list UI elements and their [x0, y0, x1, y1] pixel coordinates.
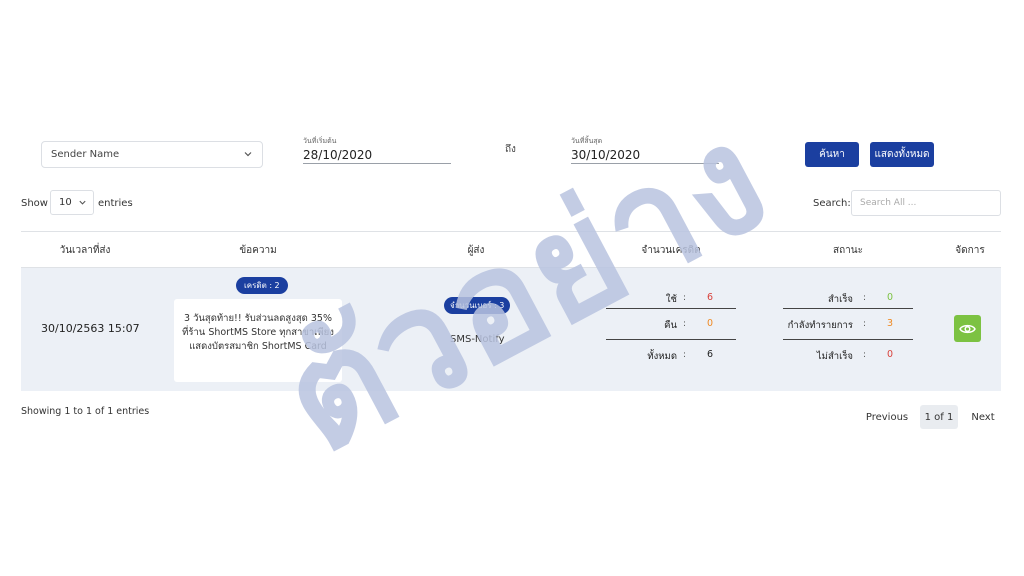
search-button[interactable]: ค้นหา: [805, 142, 859, 167]
colon: :: [863, 293, 867, 303]
chevron-down-icon: [79, 200, 86, 205]
header-datetime[interactable]: วันเวลาที่ส่ง: [60, 243, 111, 258]
view-button[interactable]: [954, 315, 981, 342]
credit-refund-label: คืน: [664, 320, 677, 331]
end-date-label: วันที่สิ้นสุด: [571, 137, 603, 145]
credit-used-label: ใช้: [665, 294, 677, 305]
chevron-down-icon: [244, 152, 252, 157]
credit-used-label-wrap: ใช้: [617, 292, 677, 305]
row-sender: SMS-Notify: [450, 334, 505, 345]
status-success-label-wrap: สำเร็จ: [761, 292, 853, 305]
eye-icon: [959, 324, 976, 333]
entries-select[interactable]: 10: [50, 190, 94, 215]
credit-refund-label-wrap: คืน: [617, 318, 677, 331]
status-processing-label-wrap: กำลังทำรายการ: [761, 318, 853, 331]
next-button[interactable]: Next: [965, 405, 1001, 429]
entries-value: 10: [59, 197, 72, 208]
status-processing-value: 3: [887, 318, 894, 329]
start-date-value[interactable]: 28/10/2020: [303, 146, 451, 164]
row-datetime: 30/10/2563 15:07: [41, 322, 140, 335]
colon: :: [683, 350, 687, 360]
status-processing-label: กำลังทำรายการ: [787, 320, 853, 331]
end-date-value[interactable]: 30/10/2020: [571, 146, 719, 164]
colon: :: [683, 319, 687, 329]
end-date-field[interactable]: วันที่สิ้นสุด 30/10/2020: [571, 136, 719, 164]
divider: [606, 308, 736, 309]
header-status[interactable]: สถานะ: [833, 243, 863, 258]
number-count-badge: จำนวนเบอร์ : 3: [444, 297, 511, 314]
header-action[interactable]: จัดการ: [955, 243, 984, 258]
sender-name-select[interactable]: Sender Name: [41, 141, 263, 168]
credit-used-value: 6: [707, 292, 714, 303]
to-label: ถึง: [505, 144, 516, 155]
status-success-value: 0: [887, 292, 894, 303]
divider: [606, 339, 736, 340]
credit-total-label-wrap: ทั้งหมด: [617, 349, 677, 362]
header-credit[interactable]: จำนวนเครดิต: [641, 243, 700, 258]
status-failed-label: ไม่สำเร็จ: [816, 351, 853, 362]
colon: :: [863, 319, 867, 329]
header-sender[interactable]: ผู้ส่ง: [468, 243, 485, 258]
divider: [783, 308, 913, 309]
credit-badge: เครดิต : 2: [236, 277, 288, 294]
divider: [783, 339, 913, 340]
showing-info: Showing 1 to 1 of 1 entries: [21, 406, 150, 417]
colon: :: [683, 293, 687, 303]
sender-select-value: Sender Name: [51, 149, 120, 160]
entries-label: entries: [98, 198, 133, 209]
credit-total-value: 6: [707, 349, 714, 360]
status-failed-value: 0: [887, 349, 894, 360]
show-all-button[interactable]: แสดงทั้งหมด: [870, 142, 934, 167]
table-header: วันเวลาที่ส่ง ข้อความ ผู้ส่ง จำนวนเครดิต…: [21, 231, 1001, 268]
search-label: Search:: [813, 198, 851, 209]
show-label: Show: [21, 198, 48, 209]
colon: :: [863, 350, 867, 360]
current-page-indicator[interactable]: 1 of 1: [920, 405, 958, 429]
table-row: 30/10/2563 15:07 เครดิต : 2 3 วันสุดท้าย…: [21, 268, 1001, 391]
credit-refund-value: 0: [707, 318, 714, 329]
start-date-field[interactable]: วันที่เริ่มต้น 28/10/2020: [303, 136, 451, 164]
status-success-label: สำเร็จ: [827, 294, 853, 305]
credit-total-label: ทั้งหมด: [647, 351, 677, 362]
search-input[interactable]: [851, 190, 1001, 216]
previous-button[interactable]: Previous: [861, 405, 913, 429]
status-failed-label-wrap: ไม่สำเร็จ: [761, 349, 853, 362]
start-date-label: วันที่เริ่มต้น: [303, 137, 337, 145]
header-message[interactable]: ข้อความ: [239, 243, 276, 258]
message-box: 3 วันสุดท้าย!! รับส่วนลดสูงสุด 35% ที่ร้…: [174, 299, 342, 382]
